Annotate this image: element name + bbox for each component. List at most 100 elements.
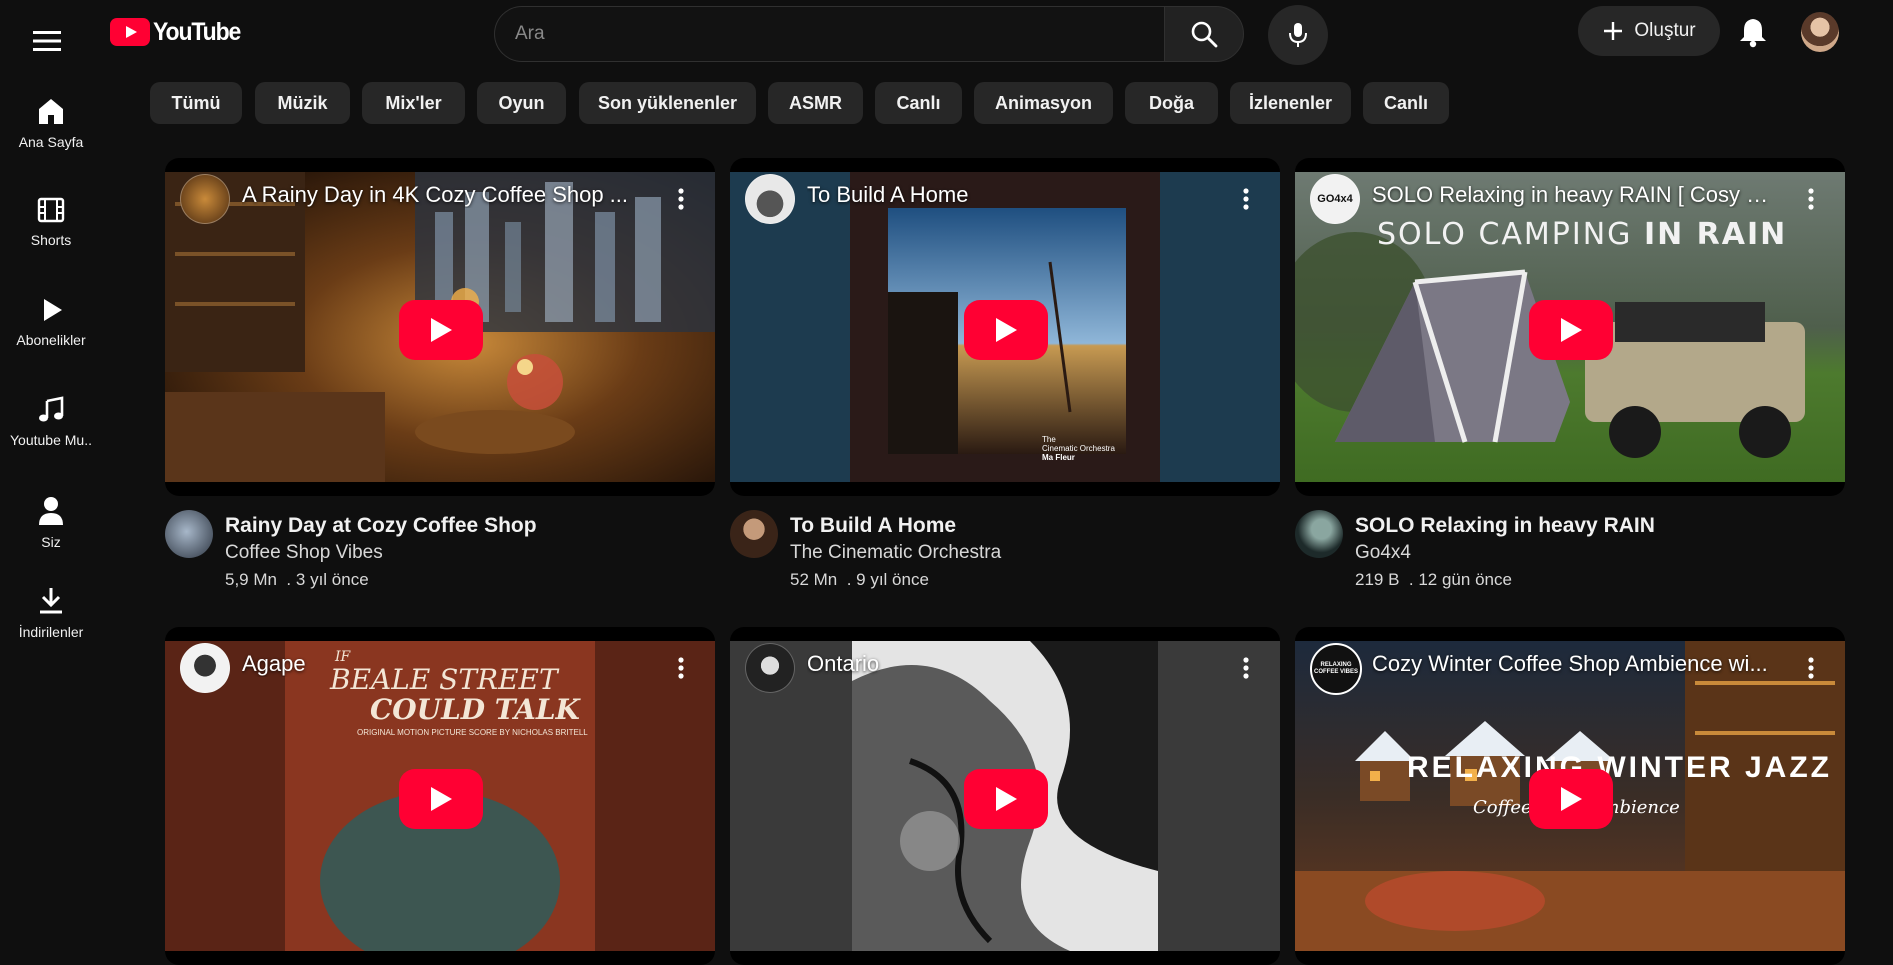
play-triangle-icon (1561, 787, 1582, 811)
upload-age: 9 yıl önce (856, 570, 929, 589)
youtube-play-logo-icon (110, 18, 150, 46)
chip-music[interactable]: Müzik (255, 82, 350, 124)
video-title[interactable]: Rainy Day at Cozy Coffee Shop (225, 514, 715, 538)
play-triangle-icon (431, 787, 452, 811)
more-options-button[interactable] (669, 653, 693, 683)
hamburger-menu-button[interactable] (28, 22, 66, 60)
search-input[interactable] (494, 6, 1164, 62)
overlay-title: A Rainy Day in 4K Cozy Coffee Shop ... (242, 182, 629, 207)
channel-name[interactable]: Coffee Shop Vibes (225, 542, 383, 564)
sidebar-item-label: Ana Sayfa (18, 134, 84, 150)
chip-all[interactable]: Tümü (150, 82, 242, 124)
view-count: 5,9 Mn (225, 570, 277, 589)
search-icon (1191, 21, 1218, 48)
channel-avatar-overlay[interactable] (180, 643, 230, 693)
video-card: RELAXING WINTER JAZZ Coffee Shop Ambienc… (1295, 627, 1845, 965)
sidebar-item-you[interactable]: Siz (0, 472, 102, 562)
play-button[interactable] (1529, 769, 1613, 829)
video-thumbnail[interactable]: SOLO CAMPING IN RAIN GO4x4 SOLO Relaxing… (1295, 158, 1845, 496)
thumbnail-text: SOLO CAMPING IN RAIN (1377, 217, 1787, 252)
chip-live-2[interactable]: Canlı (1363, 82, 1449, 124)
search-button[interactable] (1164, 6, 1244, 62)
upload-age: 12 gün önce (1418, 570, 1512, 589)
more-options-button[interactable] (669, 184, 693, 214)
create-button[interactable]: Oluştur (1578, 6, 1720, 56)
play-button[interactable] (399, 300, 483, 360)
sidebar-item-downloads[interactable]: İndirilenler (0, 562, 102, 652)
overlay-title: To Build A Home (807, 182, 969, 207)
sidebar-item-shorts[interactable]: Shorts (0, 172, 102, 262)
video-stats: 52 Mn . 9 yıl önce (790, 570, 929, 589)
play-button[interactable] (964, 300, 1048, 360)
channel-name[interactable]: The Cinematic Orchestra (790, 542, 1001, 564)
album-art-text-3: COULD TALK (370, 693, 582, 726)
channel-avatar-overlay[interactable]: RELAXING COFFEE VIBES (1310, 643, 1362, 695)
video-thumbnail[interactable]: Ontario (730, 627, 1280, 965)
view-count: 219 B (1355, 570, 1400, 589)
video-thumbnail[interactable]: IF BEALE STREET COULD TALK ORIGINAL MOTI… (165, 627, 715, 965)
sidebar-item-youtube-music[interactable]: Youtube Mu.. (0, 372, 102, 462)
album-art-text-4: ORIGINAL MOTION PICTURE SCORE BY NICHOLA… (357, 728, 588, 737)
more-options-button[interactable] (1234, 653, 1258, 683)
chip-live[interactable]: Canlı (875, 82, 962, 124)
view-count: 52 Mn (790, 570, 838, 589)
sidebar-item-subscriptions[interactable]: Abonelikler (0, 272, 102, 362)
play-button[interactable] (964, 769, 1048, 829)
search-bar (494, 6, 1244, 62)
video-title[interactable]: SOLO Relaxing in heavy RAIN (1355, 514, 1845, 538)
video-thumbnail[interactable]: A Rainy Day in 4K Cozy Coffee Shop ... (165, 158, 715, 496)
chip-mixes[interactable]: Mix'ler (362, 82, 465, 124)
chip-animation[interactable]: Animasyon (974, 82, 1113, 124)
account-avatar[interactable] (1801, 12, 1839, 52)
play-button[interactable] (399, 769, 483, 829)
sidebar-item-label: Abonelikler (16, 332, 86, 348)
channel-badge-text: GO4x4 (1317, 193, 1353, 205)
channel-avatar[interactable] (1295, 510, 1343, 558)
channel-avatar-overlay[interactable]: GO4x4 (1310, 174, 1360, 224)
chip-nature[interactable]: Doğa (1125, 82, 1218, 124)
video-thumbnail[interactable]: The Cinematic Orchestra Ma Fleur To Buil… (730, 158, 1280, 496)
vertical-dots-icon (1808, 188, 1814, 210)
more-options-button[interactable] (1234, 184, 1258, 214)
overlay-title: Agape (242, 651, 306, 676)
logo-text: YouTube (153, 17, 241, 46)
voice-search-button[interactable] (1268, 5, 1328, 65)
video-card: Ontario (730, 627, 1280, 965)
more-options-button[interactable] (1799, 184, 1823, 214)
play-triangle-icon (996, 318, 1017, 342)
create-label: Oluştur (1634, 20, 1696, 41)
video-card: IF BEALE STREET COULD TALK ORIGINAL MOTI… (165, 627, 715, 965)
download-icon (40, 588, 62, 614)
channel-avatar[interactable] (165, 510, 213, 558)
thumbnail-text-1: RELAXING WINTER JAZZ (1407, 751, 1832, 784)
plus-icon (1604, 22, 1623, 40)
sidebar-item-home[interactable]: Ana Sayfa (0, 72, 102, 162)
microphone-icon (1289, 23, 1307, 47)
person-icon (39, 497, 63, 525)
sidebar-item-label: Siz (41, 534, 61, 550)
album-art-text-3: Ma Fleur (1042, 453, 1075, 462)
more-options-button[interactable] (1799, 653, 1823, 683)
sidebar-item-label: Shorts (30, 232, 72, 248)
hamburger-icon (33, 31, 61, 51)
video-thumbnail[interactable]: RELAXING WINTER JAZZ Coffee Shop Ambienc… (1295, 627, 1845, 965)
overlay-title: SOLO Relaxing in heavy RAIN [ Cosy C... (1372, 182, 1772, 207)
channel-avatar-overlay[interactable] (745, 174, 795, 224)
play-button[interactable] (1529, 300, 1613, 360)
video-title[interactable]: To Build A Home (790, 514, 1280, 538)
chip-watched[interactable]: İzlenenler (1230, 82, 1351, 124)
vertical-dots-icon (678, 188, 684, 210)
chip-recently-uploaded[interactable]: Son yüklenenler (579, 82, 756, 124)
masthead: YouTube Oluştur (0, 0, 1893, 72)
sidebar-item-label: İndirilenler (18, 624, 84, 640)
channel-avatar-overlay[interactable] (180, 174, 230, 224)
overlay-title: Ontario (807, 651, 880, 676)
chip-asmr[interactable]: ASMR (768, 82, 863, 124)
vertical-dots-icon (1243, 657, 1249, 679)
channel-name[interactable]: Go4x4 (1355, 542, 1411, 564)
chip-gaming[interactable]: Oyun (477, 82, 566, 124)
youtube-logo[interactable]: YouTube (110, 16, 248, 48)
channel-avatar-overlay[interactable] (745, 643, 795, 693)
channel-avatar[interactable] (730, 510, 778, 558)
notifications-button[interactable] (1733, 12, 1773, 52)
